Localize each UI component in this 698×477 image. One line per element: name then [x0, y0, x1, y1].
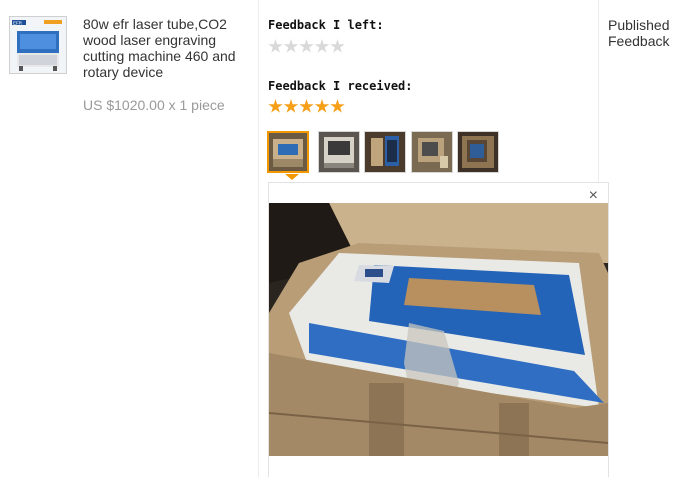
received-star-icon-1 — [268, 99, 283, 113]
left-star-icon-2 — [283, 39, 299, 53]
feedback-photo-image — [269, 203, 608, 456]
feedback-received-stars — [268, 99, 346, 114]
received-star-icon-2 — [283, 99, 299, 113]
left-star-icon-1 — [268, 39, 283, 53]
feedback-received-label: Feedback I received: — [268, 79, 413, 93]
product-title-link[interactable]: 80w efr laser tube,CO2 wood laser engrav… — [83, 16, 253, 80]
received-star-icon-4 — [314, 99, 330, 113]
left-star-icon-4 — [314, 39, 330, 53]
close-icon[interactable]: × — [589, 188, 598, 204]
order-product-column: EFR 80w efr laser tube,CO2 wood laser en… — [0, 0, 259, 477]
feedback-left-label: Feedback I left: — [268, 18, 384, 32]
left-star-icon-5 — [330, 39, 345, 53]
product-price: US $1020.00 x 1 piece — [83, 97, 225, 113]
photo-thumbnail-1[interactable] — [267, 131, 309, 173]
photo-thumbnail-5[interactable] — [457, 131, 499, 173]
feedback-left-stars — [268, 39, 346, 54]
photo-thumbnail-4[interactable] — [411, 131, 453, 173]
selected-photo-caret — [285, 174, 299, 180]
product-thumbnail-image: EFR — [10, 17, 66, 73]
photo-viewer: × — [268, 182, 609, 477]
product-thumbnail[interactable]: EFR — [9, 16, 67, 74]
photo-thumbnail-2[interactable] — [318, 131, 360, 173]
feedback-photo-large — [269, 203, 608, 456]
received-star-icon-3 — [299, 99, 314, 113]
photo-thumbnail-3[interactable] — [364, 131, 406, 173]
feedback-status: Published Feedback — [608, 17, 670, 49]
left-star-icon-3 — [299, 39, 314, 53]
thumbnail-brand-text: EFR — [13, 20, 23, 25]
received-star-icon-5 — [330, 99, 345, 113]
